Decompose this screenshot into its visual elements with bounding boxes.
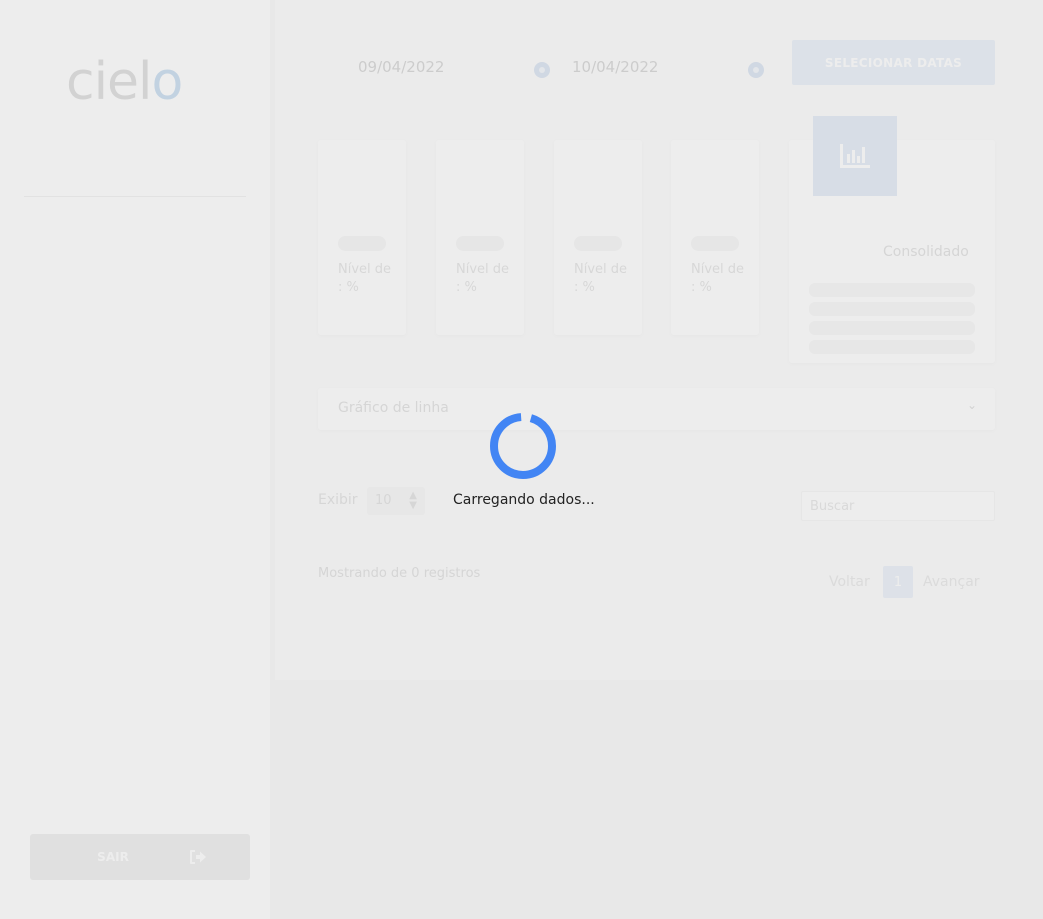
- loading-spinner-icon: [489, 412, 557, 480]
- loading-text: Carregando dados...: [453, 492, 595, 508]
